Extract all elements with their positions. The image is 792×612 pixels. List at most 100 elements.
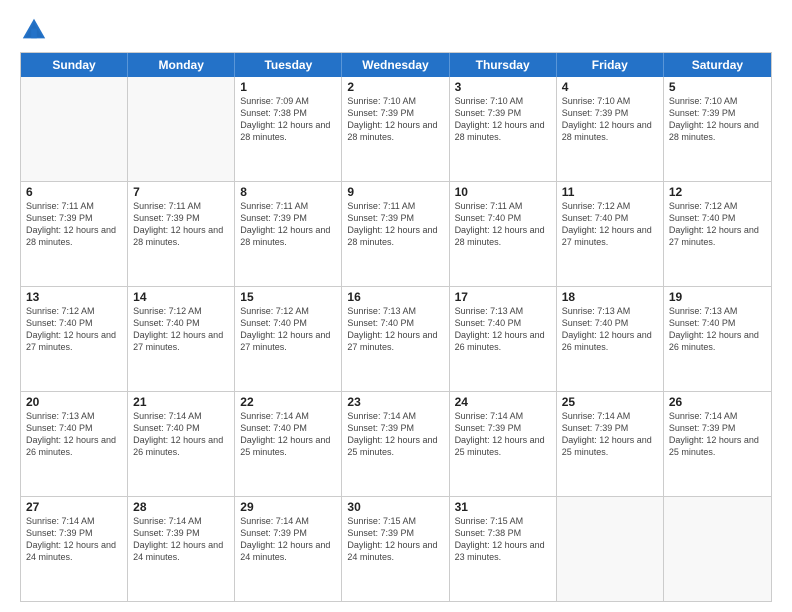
- calendar-day-19: 19Sunrise: 7:13 AM Sunset: 7:40 PM Dayli…: [664, 287, 771, 391]
- day-number: 31: [455, 500, 551, 514]
- calendar-day-26: 26Sunrise: 7:14 AM Sunset: 7:39 PM Dayli…: [664, 392, 771, 496]
- day-number: 2: [347, 80, 443, 94]
- day-info: Sunrise: 7:13 AM Sunset: 7:40 PM Dayligh…: [26, 410, 122, 459]
- day-number: 18: [562, 290, 658, 304]
- day-info: Sunrise: 7:14 AM Sunset: 7:39 PM Dayligh…: [240, 515, 336, 564]
- day-info: Sunrise: 7:10 AM Sunset: 7:39 PM Dayligh…: [669, 95, 766, 144]
- calendar-day-20: 20Sunrise: 7:13 AM Sunset: 7:40 PM Dayli…: [21, 392, 128, 496]
- day-number: 21: [133, 395, 229, 409]
- calendar-empty-cell: [21, 77, 128, 181]
- day-number: 8: [240, 185, 336, 199]
- calendar-day-23: 23Sunrise: 7:14 AM Sunset: 7:39 PM Dayli…: [342, 392, 449, 496]
- day-number: 12: [669, 185, 766, 199]
- calendar-day-15: 15Sunrise: 7:12 AM Sunset: 7:40 PM Dayli…: [235, 287, 342, 391]
- day-info: Sunrise: 7:12 AM Sunset: 7:40 PM Dayligh…: [240, 305, 336, 354]
- day-number: 5: [669, 80, 766, 94]
- day-number: 1: [240, 80, 336, 94]
- day-info: Sunrise: 7:15 AM Sunset: 7:39 PM Dayligh…: [347, 515, 443, 564]
- day-number: 6: [26, 185, 122, 199]
- calendar-day-5: 5Sunrise: 7:10 AM Sunset: 7:39 PM Daylig…: [664, 77, 771, 181]
- calendar-week-5: 27Sunrise: 7:14 AM Sunset: 7:39 PM Dayli…: [21, 496, 771, 601]
- day-number: 29: [240, 500, 336, 514]
- day-info: Sunrise: 7:11 AM Sunset: 7:39 PM Dayligh…: [133, 200, 229, 249]
- calendar-day-24: 24Sunrise: 7:14 AM Sunset: 7:39 PM Dayli…: [450, 392, 557, 496]
- day-info: Sunrise: 7:14 AM Sunset: 7:40 PM Dayligh…: [240, 410, 336, 459]
- calendar-week-2: 6Sunrise: 7:11 AM Sunset: 7:39 PM Daylig…: [21, 181, 771, 286]
- day-info: Sunrise: 7:14 AM Sunset: 7:39 PM Dayligh…: [133, 515, 229, 564]
- day-info: Sunrise: 7:13 AM Sunset: 7:40 PM Dayligh…: [669, 305, 766, 354]
- day-number: 3: [455, 80, 551, 94]
- day-number: 28: [133, 500, 229, 514]
- calendar-week-4: 20Sunrise: 7:13 AM Sunset: 7:40 PM Dayli…: [21, 391, 771, 496]
- page: SundayMondayTuesdayWednesdayThursdayFrid…: [0, 0, 792, 612]
- calendar-day-17: 17Sunrise: 7:13 AM Sunset: 7:40 PM Dayli…: [450, 287, 557, 391]
- day-number: 7: [133, 185, 229, 199]
- day-info: Sunrise: 7:12 AM Sunset: 7:40 PM Dayligh…: [133, 305, 229, 354]
- calendar-day-16: 16Sunrise: 7:13 AM Sunset: 7:40 PM Dayli…: [342, 287, 449, 391]
- header-day-saturday: Saturday: [664, 53, 771, 77]
- logo: [20, 16, 52, 44]
- day-info: Sunrise: 7:15 AM Sunset: 7:38 PM Dayligh…: [455, 515, 551, 564]
- day-info: Sunrise: 7:14 AM Sunset: 7:39 PM Dayligh…: [347, 410, 443, 459]
- calendar-day-25: 25Sunrise: 7:14 AM Sunset: 7:39 PM Dayli…: [557, 392, 664, 496]
- calendar-day-31: 31Sunrise: 7:15 AM Sunset: 7:38 PM Dayli…: [450, 497, 557, 601]
- calendar-day-6: 6Sunrise: 7:11 AM Sunset: 7:39 PM Daylig…: [21, 182, 128, 286]
- calendar-empty-cell: [664, 497, 771, 601]
- calendar-day-2: 2Sunrise: 7:10 AM Sunset: 7:39 PM Daylig…: [342, 77, 449, 181]
- day-info: Sunrise: 7:13 AM Sunset: 7:40 PM Dayligh…: [455, 305, 551, 354]
- header-day-monday: Monday: [128, 53, 235, 77]
- header-day-sunday: Sunday: [21, 53, 128, 77]
- day-number: 15: [240, 290, 336, 304]
- calendar-day-28: 28Sunrise: 7:14 AM Sunset: 7:39 PM Dayli…: [128, 497, 235, 601]
- calendar-week-1: 1Sunrise: 7:09 AM Sunset: 7:38 PM Daylig…: [21, 77, 771, 181]
- day-number: 16: [347, 290, 443, 304]
- logo-icon: [20, 16, 48, 44]
- header-day-wednesday: Wednesday: [342, 53, 449, 77]
- calendar-day-11: 11Sunrise: 7:12 AM Sunset: 7:40 PM Dayli…: [557, 182, 664, 286]
- calendar-day-3: 3Sunrise: 7:10 AM Sunset: 7:39 PM Daylig…: [450, 77, 557, 181]
- day-number: 26: [669, 395, 766, 409]
- calendar-week-3: 13Sunrise: 7:12 AM Sunset: 7:40 PM Dayli…: [21, 286, 771, 391]
- day-info: Sunrise: 7:14 AM Sunset: 7:39 PM Dayligh…: [669, 410, 766, 459]
- day-info: Sunrise: 7:11 AM Sunset: 7:39 PM Dayligh…: [240, 200, 336, 249]
- calendar-day-13: 13Sunrise: 7:12 AM Sunset: 7:40 PM Dayli…: [21, 287, 128, 391]
- day-number: 13: [26, 290, 122, 304]
- day-info: Sunrise: 7:11 AM Sunset: 7:40 PM Dayligh…: [455, 200, 551, 249]
- calendar-day-29: 29Sunrise: 7:14 AM Sunset: 7:39 PM Dayli…: [235, 497, 342, 601]
- header: [20, 16, 772, 44]
- day-info: Sunrise: 7:14 AM Sunset: 7:39 PM Dayligh…: [26, 515, 122, 564]
- calendar-day-9: 9Sunrise: 7:11 AM Sunset: 7:39 PM Daylig…: [342, 182, 449, 286]
- day-info: Sunrise: 7:14 AM Sunset: 7:39 PM Dayligh…: [562, 410, 658, 459]
- day-info: Sunrise: 7:14 AM Sunset: 7:40 PM Dayligh…: [133, 410, 229, 459]
- day-info: Sunrise: 7:10 AM Sunset: 7:39 PM Dayligh…: [455, 95, 551, 144]
- day-number: 9: [347, 185, 443, 199]
- calendar-body: 1Sunrise: 7:09 AM Sunset: 7:38 PM Daylig…: [21, 77, 771, 601]
- calendar-day-10: 10Sunrise: 7:11 AM Sunset: 7:40 PM Dayli…: [450, 182, 557, 286]
- day-number: 10: [455, 185, 551, 199]
- day-number: 14: [133, 290, 229, 304]
- calendar-day-27: 27Sunrise: 7:14 AM Sunset: 7:39 PM Dayli…: [21, 497, 128, 601]
- calendar-empty-cell: [128, 77, 235, 181]
- calendar: SundayMondayTuesdayWednesdayThursdayFrid…: [20, 52, 772, 602]
- calendar-day-14: 14Sunrise: 7:12 AM Sunset: 7:40 PM Dayli…: [128, 287, 235, 391]
- calendar-day-12: 12Sunrise: 7:12 AM Sunset: 7:40 PM Dayli…: [664, 182, 771, 286]
- day-number: 25: [562, 395, 658, 409]
- day-number: 30: [347, 500, 443, 514]
- day-info: Sunrise: 7:14 AM Sunset: 7:39 PM Dayligh…: [455, 410, 551, 459]
- day-number: 23: [347, 395, 443, 409]
- calendar-header: SundayMondayTuesdayWednesdayThursdayFrid…: [21, 53, 771, 77]
- day-number: 17: [455, 290, 551, 304]
- day-info: Sunrise: 7:11 AM Sunset: 7:39 PM Dayligh…: [26, 200, 122, 249]
- calendar-empty-cell: [557, 497, 664, 601]
- day-info: Sunrise: 7:10 AM Sunset: 7:39 PM Dayligh…: [347, 95, 443, 144]
- day-info: Sunrise: 7:12 AM Sunset: 7:40 PM Dayligh…: [669, 200, 766, 249]
- day-info: Sunrise: 7:11 AM Sunset: 7:39 PM Dayligh…: [347, 200, 443, 249]
- day-info: Sunrise: 7:12 AM Sunset: 7:40 PM Dayligh…: [562, 200, 658, 249]
- day-number: 19: [669, 290, 766, 304]
- calendar-day-22: 22Sunrise: 7:14 AM Sunset: 7:40 PM Dayli…: [235, 392, 342, 496]
- day-info: Sunrise: 7:12 AM Sunset: 7:40 PM Dayligh…: [26, 305, 122, 354]
- day-number: 11: [562, 185, 658, 199]
- day-number: 4: [562, 80, 658, 94]
- day-number: 22: [240, 395, 336, 409]
- day-number: 27: [26, 500, 122, 514]
